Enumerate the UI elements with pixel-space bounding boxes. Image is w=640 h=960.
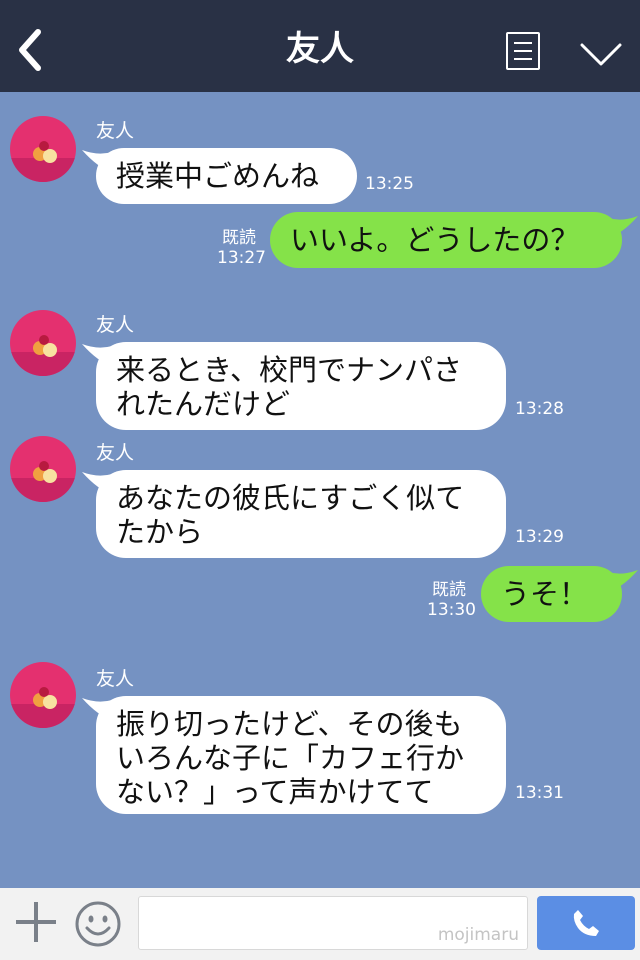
phone-icon bbox=[573, 910, 599, 936]
message-time: 13:29 bbox=[515, 527, 564, 547]
message-time: 13:31 bbox=[515, 783, 564, 803]
avatar[interactable] bbox=[10, 310, 76, 376]
message-bubble[interactable]: いいよ。どうしたの？ bbox=[270, 212, 622, 268]
chevron-down-icon[interactable] bbox=[580, 42, 622, 68]
call-button[interactable] bbox=[537, 896, 635, 950]
avatar[interactable] bbox=[10, 436, 76, 502]
sender-name: 友人 bbox=[96, 314, 135, 336]
sender-name: 友人 bbox=[96, 120, 135, 142]
menu-list-icon[interactable] bbox=[506, 32, 540, 70]
message-bubble[interactable]: 授業中ごめんね bbox=[96, 148, 357, 204]
message-bubble[interactable]: 振り切ったけど、その後も いろんな子に「カフェ行か ない？」って声かけてて bbox=[96, 696, 506, 814]
sender-name: 友人 bbox=[96, 442, 135, 464]
smiley-icon[interactable] bbox=[74, 900, 122, 948]
plus-icon[interactable] bbox=[14, 900, 58, 944]
message-bubble[interactable]: 来るとき、校門でナンパさ れたんだけど bbox=[96, 342, 506, 430]
chat-title: 友人 bbox=[286, 29, 354, 69]
message-time: 13:30 bbox=[427, 600, 476, 620]
avatar[interactable] bbox=[10, 662, 76, 728]
read-receipt: 既読 bbox=[432, 580, 466, 600]
message-time: 13:27 bbox=[217, 248, 266, 268]
message-bubble[interactable]: あなたの彼氏にすごく似て たから bbox=[96, 470, 506, 558]
watermark-text: mojimaru bbox=[437, 925, 519, 945]
chat-header: 友人 bbox=[0, 0, 640, 92]
read-receipt: 既読 bbox=[222, 228, 256, 248]
message-time: 13:25 bbox=[365, 174, 414, 194]
avatar[interactable] bbox=[10, 116, 76, 182]
message-bubble[interactable]: うそ！ bbox=[481, 566, 622, 622]
message-time: 13:28 bbox=[515, 399, 564, 419]
message-input[interactable]: mojimaru bbox=[138, 896, 528, 950]
sender-name: 友人 bbox=[96, 668, 135, 690]
